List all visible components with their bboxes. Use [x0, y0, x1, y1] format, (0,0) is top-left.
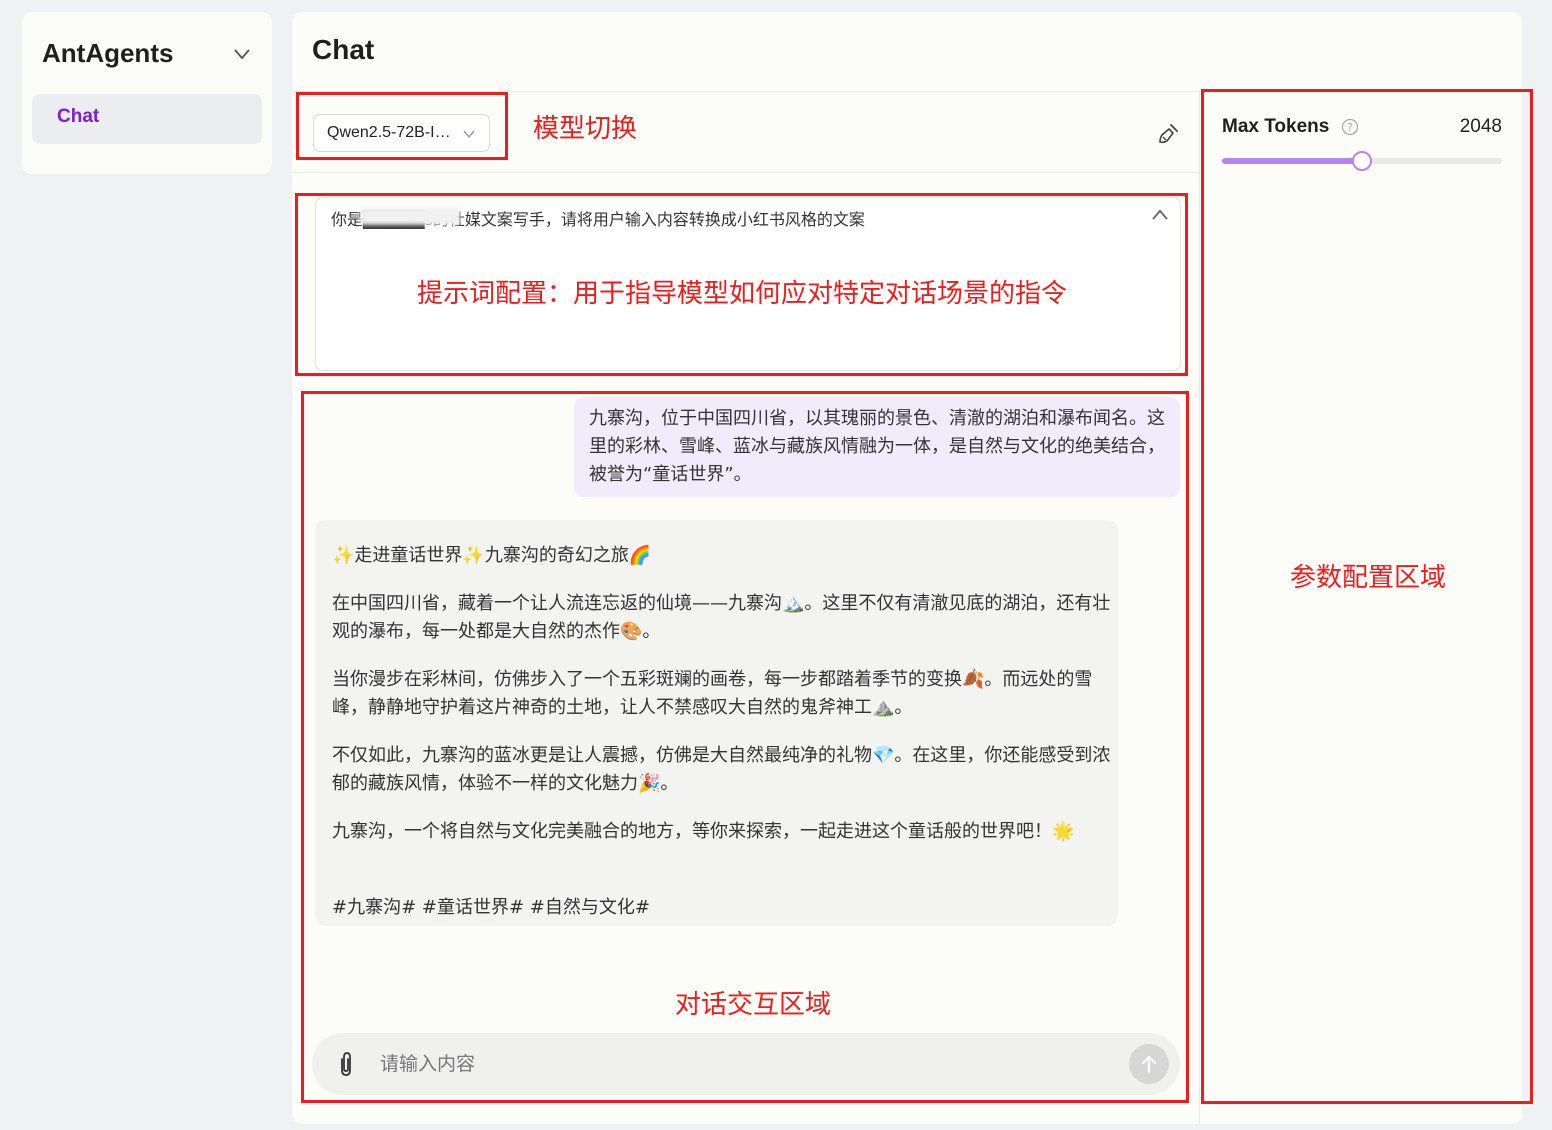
annotation-box-model [296, 92, 508, 160]
annotation-label-prompt: 提示词配置：用于指导模型如何应对特定对话场景的指令 [417, 279, 1068, 309]
broom-icon[interactable] [1156, 122, 1180, 146]
sidebar-item-chat[interactable]: Chat [32, 94, 262, 144]
brand-name: AntAgents [42, 38, 174, 68]
page-title: Chat [312, 34, 375, 65]
chevron-down-icon[interactable] [232, 46, 252, 62]
annotation-box-params [1201, 89, 1533, 1104]
annotation-label-params: 参数配置区域 [1290, 563, 1447, 593]
divider [292, 172, 1199, 173]
divider [1199, 92, 1200, 1124]
annotation-label-chat: 对话交互区域 [675, 990, 832, 1020]
annotation-label-model: 模型切换 [533, 114, 638, 144]
sidebar-item-label: Chat [57, 106, 100, 127]
sidebar: AntAgents Chat [22, 12, 272, 174]
